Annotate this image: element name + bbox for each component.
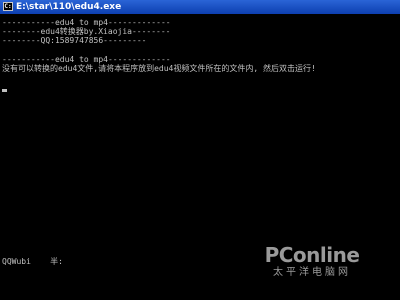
ime-status-line: QQWubi 半: — [2, 257, 63, 266]
console-line: --------edu4转换器by.Xiaojia-------- — [2, 27, 171, 36]
console-output[interactable]: -----------edu4 to mp4------------- ----… — [0, 14, 400, 300]
console-line: 没有可以转换的edu4文件,请将本程序放到edu4视频文件所在的文件内, 然后双… — [2, 64, 316, 73]
cmd-icon[interactable]: C: — [3, 2, 13, 11]
watermark-brand: PConline — [264, 243, 360, 267]
text-cursor — [2, 89, 7, 92]
title-bar[interactable]: C: E:\star\110\edu4.exe — [0, 0, 400, 14]
console-line: --------QQ:1589747856--------- — [2, 36, 147, 45]
console-line: -----------edu4 to mp4------------- — [2, 18, 171, 27]
console-line: -----------edu4 to mp4------------- — [2, 55, 171, 64]
window-title: E:\star\110\edu4.exe — [16, 2, 122, 12]
watermark: PConline 太平洋电脑网 — [252, 244, 372, 294]
watermark-subtitle: 太平洋电脑网 — [273, 267, 351, 278]
console-window: C: E:\star\110\edu4.exe -----------edu4 … — [0, 0, 400, 300]
